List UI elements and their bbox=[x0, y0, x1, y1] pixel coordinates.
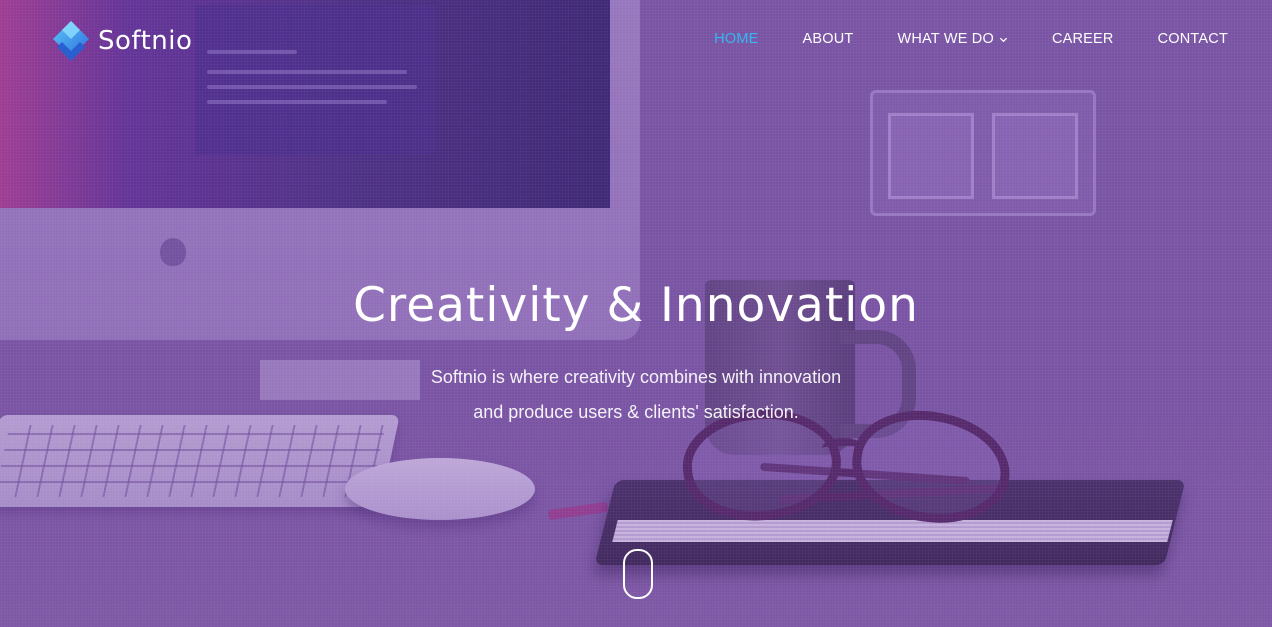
hero-subtitle-line: Softnio is where creativity combines wit… bbox=[430, 367, 842, 387]
brand-name: Softnio bbox=[98, 26, 193, 56]
hero-title: Creativity & Innovation bbox=[353, 278, 919, 333]
hero-subtitle: Softnio is where creativity combines wit… bbox=[0, 360, 1272, 430]
logo-mark-icon bbox=[53, 21, 89, 61]
chevron-down-icon bbox=[999, 37, 1008, 42]
mouse-scroll-icon[interactable] bbox=[623, 549, 653, 599]
brand-logo[interactable]: Softnio bbox=[48, 18, 192, 64]
nav-item-career[interactable]: CAREER bbox=[1052, 31, 1114, 47]
site-header: Softnio HOME ABOUT WHAT WE DO CAREER CON… bbox=[0, 0, 1272, 80]
nav-item-label: CAREER bbox=[1051, 31, 1114, 47]
nav-item-label: CONTACT bbox=[1157, 31, 1228, 47]
nav-item-what-we-do[interactable]: WHAT WE DO bbox=[897, 31, 1008, 47]
nav-item-contact[interactable]: CONTACT bbox=[1158, 31, 1228, 47]
main-navigation: HOME ABOUT WHAT WE DO CAREER CONTACT bbox=[670, 31, 1228, 47]
nav-item-about[interactable]: ABOUT bbox=[802, 31, 853, 47]
nav-item-label: ABOUT bbox=[802, 31, 854, 47]
nav-item-home[interactable]: HOME bbox=[714, 31, 758, 47]
nav-item-label: WHAT WE DO bbox=[897, 31, 994, 47]
nav-item-label: HOME bbox=[714, 31, 759, 47]
hero-subtitle-line: and produce users & clients' satisfactio… bbox=[473, 402, 799, 422]
